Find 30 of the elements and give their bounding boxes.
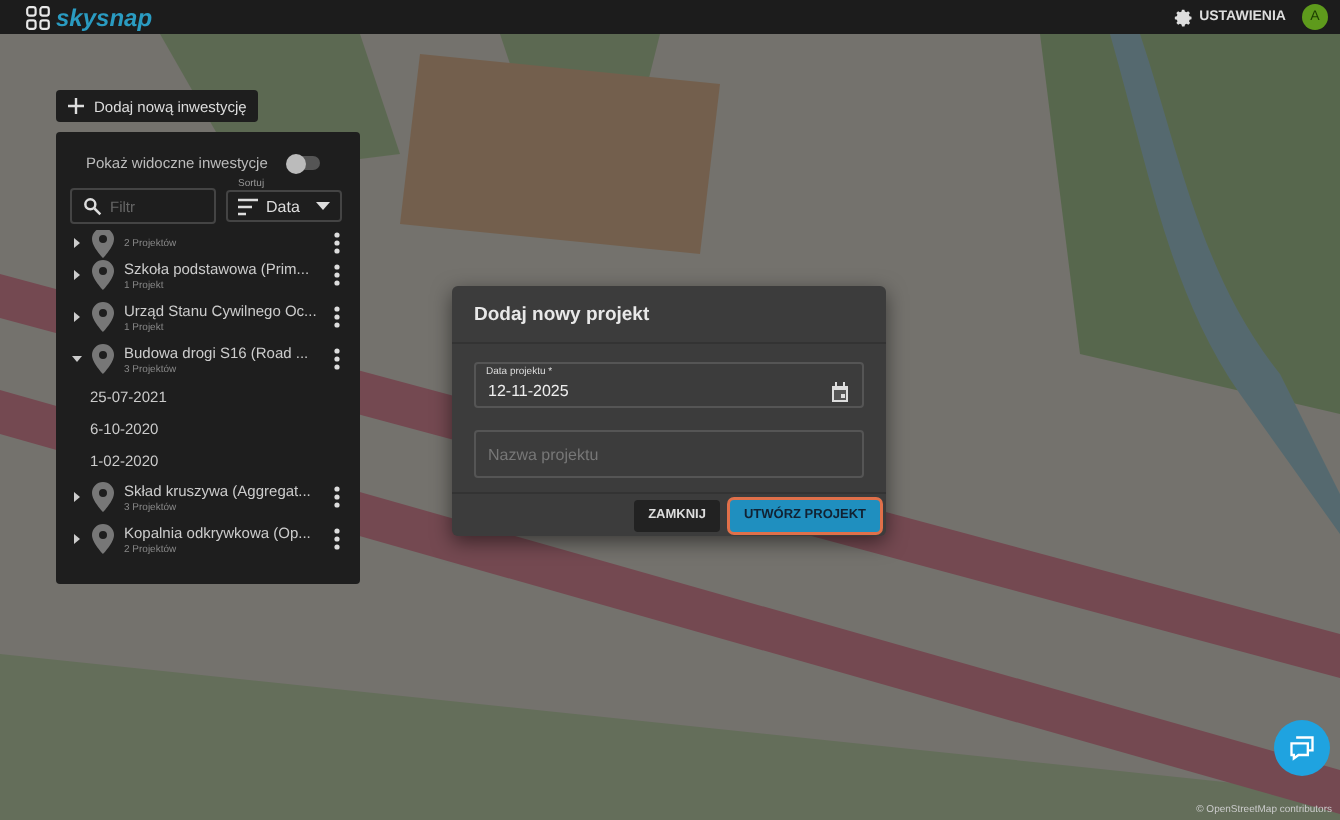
location-pin-icon — [92, 302, 114, 332]
calendar-icon[interactable] — [830, 381, 850, 401]
dropdown-icon — [316, 202, 330, 210]
more-icon[interactable] — [334, 528, 341, 550]
expand-icon[interactable] — [72, 237, 82, 247]
expand-icon[interactable] — [72, 492, 82, 502]
location-pin-icon — [92, 230, 114, 257]
more-icon[interactable] — [334, 486, 341, 508]
plus-icon — [68, 98, 84, 114]
chat-icon — [1288, 734, 1316, 762]
more-icon[interactable] — [334, 348, 341, 370]
sort-select[interactable]: Data — [226, 190, 342, 222]
expand-icon[interactable] — [72, 534, 82, 544]
logo-text: skysnap — [56, 3, 153, 31]
logo-icon — [26, 5, 50, 29]
settings-icon — [1173, 7, 1194, 27]
expand-icon[interactable] — [72, 270, 82, 280]
visible-toggle[interactable] — [288, 156, 320, 170]
expand-icon[interactable] — [72, 312, 82, 322]
search-icon — [82, 196, 102, 216]
more-icon[interactable] — [334, 306, 341, 328]
sort-icon — [238, 197, 258, 215]
location-pin-icon — [92, 482, 114, 512]
location-pin-icon — [92, 344, 114, 374]
location-pin-icon — [92, 260, 114, 290]
more-icon[interactable] — [334, 264, 341, 286]
dialog-title: Dodaj nowy projekt — [452, 286, 886, 344]
location-pin-icon — [92, 524, 114, 554]
more-icon[interactable] — [334, 231, 341, 253]
collapse-icon[interactable] — [72, 354, 82, 364]
